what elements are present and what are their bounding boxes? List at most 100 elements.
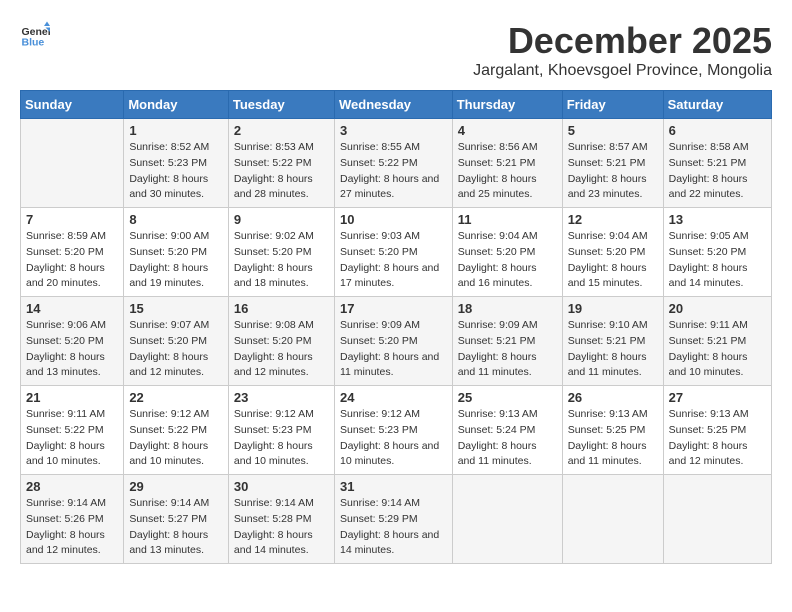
day-number: 27 xyxy=(669,390,766,405)
day-number: 10 xyxy=(340,212,447,227)
calendar-table: SundayMondayTuesdayWednesdayThursdayFrid… xyxy=(20,90,772,564)
calendar-cell: 3 Sunrise: 8:55 AMSunset: 5:22 PMDaylight… xyxy=(334,119,452,208)
day-info: Sunrise: 9:12 AMSunset: 5:22 PMDaylight:… xyxy=(129,407,223,470)
day-info: Sunrise: 9:13 AMSunset: 5:24 PMDaylight:… xyxy=(458,407,557,470)
title-section: December 2025 Jargalant, Khoevsgoel Prov… xyxy=(473,20,772,80)
day-number: 8 xyxy=(129,212,223,227)
calendar-cell: 11 Sunrise: 9:04 AMSunset: 5:20 PMDayligh… xyxy=(452,208,562,297)
calendar-cell xyxy=(562,475,663,564)
day-info: Sunrise: 9:14 AMSunset: 5:29 PMDaylight:… xyxy=(340,496,447,559)
col-header-monday: Monday xyxy=(124,91,229,119)
day-info: Sunrise: 9:12 AMSunset: 5:23 PMDaylight:… xyxy=(340,407,447,470)
day-number: 9 xyxy=(234,212,329,227)
calendar-cell: 25 Sunrise: 9:13 AMSunset: 5:24 PMDayligh… xyxy=(452,386,562,475)
day-number: 11 xyxy=(458,212,557,227)
day-info: Sunrise: 9:00 AMSunset: 5:20 PMDaylight:… xyxy=(129,229,223,292)
calendar-cell: 23 Sunrise: 9:12 AMSunset: 5:23 PMDayligh… xyxy=(228,386,334,475)
page-title: December 2025 xyxy=(473,20,772,62)
calendar-cell: 19 Sunrise: 9:10 AMSunset: 5:21 PMDayligh… xyxy=(562,297,663,386)
calendar-cell: 1Sunrise: 8:52 AMSunset: 5:23 PMDaylight… xyxy=(124,119,229,208)
calendar-cell: 9Sunrise: 9:02 AMSunset: 5:20 PMDaylight… xyxy=(228,208,334,297)
day-info: Sunrise: 9:14 AMSunset: 5:26 PMDaylight:… xyxy=(26,496,118,559)
day-info: Sunrise: 9:03 AMSunset: 5:20 PMDaylight:… xyxy=(340,229,447,292)
calendar-cell xyxy=(21,119,124,208)
day-info: Sunrise: 9:13 AMSunset: 5:25 PMDaylight:… xyxy=(669,407,766,470)
day-info: Sunrise: 9:14 AMSunset: 5:27 PMDaylight:… xyxy=(129,496,223,559)
calendar-cell: 22 Sunrise: 9:12 AMSunset: 5:22 PMDayligh… xyxy=(124,386,229,475)
day-number: 23 xyxy=(234,390,329,405)
page-subtitle: Jargalant, Khoevsgoel Province, Mongolia xyxy=(473,62,772,80)
calendar-cell: 13 Sunrise: 9:05 AMSunset: 5:20 PMDayligh… xyxy=(663,208,771,297)
col-header-friday: Friday xyxy=(562,91,663,119)
day-number: 12 xyxy=(568,212,658,227)
day-number: 14 xyxy=(26,301,118,316)
calendar-cell: 31 Sunrise: 9:14 AMSunset: 5:29 PMDayligh… xyxy=(334,475,452,564)
col-header-tuesday: Tuesday xyxy=(228,91,334,119)
day-info: Sunrise: 9:12 AMSunset: 5:23 PMDaylight:… xyxy=(234,407,329,470)
day-info: Sunrise: 9:08 AMSunset: 5:20 PMDaylight:… xyxy=(234,318,329,381)
day-info: Sunrise: 8:57 AMSunset: 5:21 PMDaylight:… xyxy=(568,140,658,203)
day-number: 21 xyxy=(26,390,118,405)
calendar-week-row: 28Sunrise: 9:14 AMSunset: 5:26 PMDayligh… xyxy=(21,475,772,564)
svg-text:Blue: Blue xyxy=(22,37,45,49)
calendar-cell: 7 Sunrise: 8:59 AMSunset: 5:20 PMDaylight… xyxy=(21,208,124,297)
day-number: 29 xyxy=(129,479,223,494)
calendar-cell: 14 Sunrise: 9:06 AMSunset: 5:20 PMDayligh… xyxy=(21,297,124,386)
calendar-cell: 12 Sunrise: 9:04 AMSunset: 5:20 PMDayligh… xyxy=(562,208,663,297)
calendar-cell: 4Sunrise: 8:56 AMSunset: 5:21 PMDaylight… xyxy=(452,119,562,208)
day-number: 13 xyxy=(669,212,766,227)
day-number: 25 xyxy=(458,390,557,405)
day-info: Sunrise: 9:05 AMSunset: 5:20 PMDaylight:… xyxy=(669,229,766,292)
day-info: Sunrise: 9:11 AMSunset: 5:21 PMDaylight:… xyxy=(669,318,766,381)
day-info: Sunrise: 9:07 AMSunset: 5:20 PMDaylight:… xyxy=(129,318,223,381)
calendar-cell: 28Sunrise: 9:14 AMSunset: 5:26 PMDayligh… xyxy=(21,475,124,564)
logo: General Blue xyxy=(20,20,50,50)
day-number: 4 xyxy=(458,123,557,138)
calendar-cell: 5 Sunrise: 8:57 AMSunset: 5:21 PMDaylight… xyxy=(562,119,663,208)
day-info: Sunrise: 9:10 AMSunset: 5:21 PMDaylight:… xyxy=(568,318,658,381)
day-info: Sunrise: 8:58 AMSunset: 5:21 PMDaylight:… xyxy=(669,140,766,203)
day-info: Sunrise: 9:04 AMSunset: 5:20 PMDaylight:… xyxy=(568,229,658,292)
day-info: Sunrise: 9:06 AMSunset: 5:20 PMDaylight:… xyxy=(26,318,118,381)
day-number: 16 xyxy=(234,301,329,316)
day-number: 6 xyxy=(669,123,766,138)
day-number: 3 xyxy=(340,123,447,138)
calendar-week-row: 1Sunrise: 8:52 AMSunset: 5:23 PMDaylight… xyxy=(21,119,772,208)
calendar-cell: 16 Sunrise: 9:08 AMSunset: 5:20 PMDayligh… xyxy=(228,297,334,386)
day-info: Sunrise: 9:11 AMSunset: 5:22 PMDaylight:… xyxy=(26,407,118,470)
day-number: 31 xyxy=(340,479,447,494)
day-number: 26 xyxy=(568,390,658,405)
day-number: 7 xyxy=(26,212,118,227)
col-header-thursday: Thursday xyxy=(452,91,562,119)
day-info: Sunrise: 9:13 AMSunset: 5:25 PMDaylight:… xyxy=(568,407,658,470)
day-info: Sunrise: 8:59 AMSunset: 5:20 PMDaylight:… xyxy=(26,229,118,292)
calendar-cell: 18Sunrise: 9:09 AMSunset: 5:21 PMDayligh… xyxy=(452,297,562,386)
calendar-cell: 20Sunrise: 9:11 AMSunset: 5:21 PMDayligh… xyxy=(663,297,771,386)
day-info: Sunrise: 9:04 AMSunset: 5:20 PMDaylight:… xyxy=(458,229,557,292)
day-number: 22 xyxy=(129,390,223,405)
day-info: Sunrise: 8:53 AMSunset: 5:22 PMDaylight:… xyxy=(234,140,329,203)
calendar-cell xyxy=(663,475,771,564)
day-info: Sunrise: 9:09 AMSunset: 5:20 PMDaylight:… xyxy=(340,318,447,381)
calendar-cell: 26 Sunrise: 9:13 AMSunset: 5:25 PMDayligh… xyxy=(562,386,663,475)
calendar-cell: 6 Sunrise: 8:58 AMSunset: 5:21 PMDaylight… xyxy=(663,119,771,208)
col-header-wednesday: Wednesday xyxy=(334,91,452,119)
col-header-saturday: Saturday xyxy=(663,91,771,119)
day-number: 1 xyxy=(129,123,223,138)
calendar-cell: 17Sunrise: 9:09 AMSunset: 5:20 PMDayligh… xyxy=(334,297,452,386)
calendar-cell: 30Sunrise: 9:14 AMSunset: 5:28 PMDayligh… xyxy=(228,475,334,564)
calendar-cell: 10 Sunrise: 9:03 AMSunset: 5:20 PMDayligh… xyxy=(334,208,452,297)
day-number: 15 xyxy=(129,301,223,316)
col-header-sunday: Sunday xyxy=(21,91,124,119)
calendar-header-row: SundayMondayTuesdayWednesdayThursdayFrid… xyxy=(21,91,772,119)
day-number: 24 xyxy=(340,390,447,405)
calendar-week-row: 14 Sunrise: 9:06 AMSunset: 5:20 PMDayligh… xyxy=(21,297,772,386)
calendar-cell: 24 Sunrise: 9:12 AMSunset: 5:23 PMDayligh… xyxy=(334,386,452,475)
day-number: 5 xyxy=(568,123,658,138)
day-number: 19 xyxy=(568,301,658,316)
day-number: 18 xyxy=(458,301,557,316)
day-info: Sunrise: 8:55 AMSunset: 5:22 PMDaylight:… xyxy=(340,140,447,203)
calendar-week-row: 7 Sunrise: 8:59 AMSunset: 5:20 PMDaylight… xyxy=(21,208,772,297)
day-number: 30 xyxy=(234,479,329,494)
calendar-cell: 15 Sunrise: 9:07 AMSunset: 5:20 PMDayligh… xyxy=(124,297,229,386)
